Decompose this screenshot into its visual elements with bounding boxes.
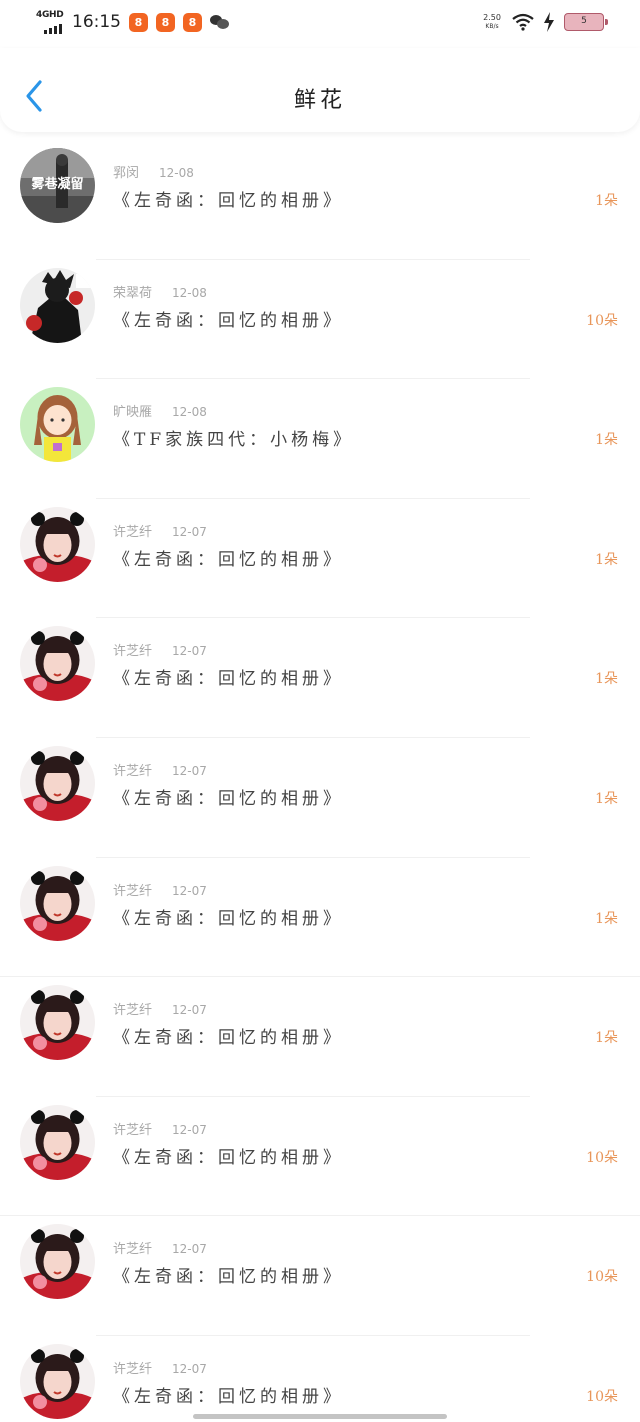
work-title[interactable]: 《左奇函：回忆的相册》 bbox=[113, 664, 344, 689]
list-item[interactable]: 许芝纤 12-07 《左奇函：回忆的相册》 1朵 bbox=[0, 618, 640, 738]
username[interactable]: 郛闵 bbox=[113, 166, 139, 181]
username[interactable]: 许芝纤 bbox=[113, 1003, 152, 1018]
record-meta: 许芝纤 12-07 bbox=[113, 640, 207, 659]
record-meta: 许芝纤 12-07 bbox=[113, 1358, 207, 1377]
avatar[interactable] bbox=[20, 626, 95, 702]
app-notification-icon: 8 bbox=[129, 12, 148, 32]
avatar[interactable] bbox=[20, 865, 95, 941]
list-item[interactable]: 许芝纤 12-07 《左奇函：回忆的相册》 10朵 bbox=[0, 1216, 640, 1336]
avatar[interactable] bbox=[20, 387, 95, 463]
navigation-bar: 鲜花 bbox=[0, 48, 640, 132]
flower-record-list: 雾巷凝留 郛闵 12-08 《左奇函：回忆的相册》 1朵 荣翠荷 12-08 《左奇… bbox=[0, 140, 640, 1422]
record-date: 12-07 bbox=[172, 644, 207, 659]
flower-count: 1朵 bbox=[595, 193, 618, 209]
record-date: 12-08 bbox=[159, 166, 194, 180]
work-title[interactable]: 《左奇函：回忆的相册》 bbox=[113, 306, 344, 331]
wifi-icon bbox=[512, 13, 534, 31]
svg-text:雾巷凝留: 雾巷凝留 bbox=[30, 176, 83, 192]
record-meta: 许芝纤 12-07 bbox=[113, 999, 207, 1018]
work-title[interactable]: 《左奇函：回忆的相册》 bbox=[113, 1143, 344, 1168]
record-date: 12-07 bbox=[172, 1003, 207, 1018]
flower-count: 10朵 bbox=[586, 1388, 618, 1405]
cellular-signal-icon: 4GHD bbox=[36, 10, 64, 34]
work-title[interactable]: 《左奇函：回忆的相册》 bbox=[113, 904, 344, 929]
app-notification-icon: 8 bbox=[156, 12, 175, 32]
flower-count: 1朵 bbox=[595, 551, 618, 568]
list-item[interactable]: 许芝纤 12-07 《左奇函：回忆的相册》 1朵 bbox=[0, 738, 640, 858]
avatar[interactable] bbox=[20, 506, 95, 582]
list-item[interactable]: 许芝纤 12-07 《左奇函：回忆的相册》 10朵 bbox=[0, 1097, 640, 1217]
flower-count: 1朵 bbox=[595, 1030, 618, 1047]
app-notification-icon: 8 bbox=[183, 12, 202, 32]
list-item[interactable]: 雾巷凝留 郛闵 12-08 《左奇函：回忆的相册》 1朵 bbox=[0, 140, 640, 260]
net-speed: 2.50 KB/s bbox=[483, 13, 501, 30]
page-title: 鲜花 bbox=[293, 88, 346, 113]
flower-count: 10朵 bbox=[586, 1269, 618, 1286]
username[interactable]: 许芝纤 bbox=[113, 1242, 152, 1257]
work-title[interactable]: 《左奇函：回忆的相册》 bbox=[113, 545, 344, 570]
flower-count: 10朵 bbox=[586, 1149, 618, 1166]
record-date: 12-08 bbox=[172, 285, 207, 300]
list-item[interactable]: 许芝纤 12-07 《左奇函：回忆的相册》 1朵 bbox=[0, 499, 640, 619]
record-date: 12-08 bbox=[172, 405, 207, 420]
avatar[interactable] bbox=[20, 1343, 95, 1419]
work-title[interactable]: 《左奇函：回忆的相册》 bbox=[113, 784, 344, 809]
flower-count: 1朵 bbox=[595, 790, 618, 807]
work-title[interactable]: 《左奇函：回忆的相册》 bbox=[113, 1382, 344, 1407]
record-meta: 许芝纤 12-07 bbox=[113, 760, 207, 779]
username[interactable]: 许芝纤 bbox=[113, 525, 152, 540]
username[interactable]: 许芝纤 bbox=[113, 1362, 152, 1377]
record-meta: 旷映雁 12-08 bbox=[113, 401, 207, 420]
list-item[interactable]: 许芝纤 12-07 《左奇函：回忆的相册》 10朵 bbox=[0, 1336, 640, 1422]
avatar[interactable] bbox=[20, 745, 95, 821]
status-bar-right: 2.50 KB/s 5 bbox=[481, 12, 608, 32]
work-title[interactable]: 《左奇函：回忆的相册》 bbox=[113, 1023, 344, 1048]
work-title[interactable]: 《左奇函：回忆的相册》 bbox=[113, 186, 344, 211]
status-bar-left: 4GHD 16:15 8 8 8 bbox=[36, 10, 230, 34]
battery-icon: 5 bbox=[564, 13, 608, 31]
record-meta: 郛闵 12-08 bbox=[113, 162, 194, 181]
record-date: 12-07 bbox=[172, 524, 207, 539]
list-item[interactable]: 许芝纤 12-07 《左奇函：回忆的相册》 1朵 bbox=[0, 977, 640, 1097]
wechat-icon bbox=[210, 14, 230, 30]
work-title[interactable]: 《左奇函：回忆的相册》 bbox=[113, 1262, 344, 1287]
work-title[interactable]: 《TF家族四代：小杨梅》 bbox=[113, 425, 354, 450]
username[interactable]: 许芝纤 bbox=[113, 644, 152, 659]
record-date: 12-07 bbox=[172, 1242, 207, 1257]
record-meta: 许芝纤 12-07 bbox=[113, 1119, 207, 1138]
charging-icon bbox=[544, 12, 554, 32]
username[interactable]: 许芝纤 bbox=[113, 764, 152, 779]
network-type: 4GHD bbox=[36, 10, 64, 20]
record-date: 12-07 bbox=[172, 763, 207, 778]
username[interactable]: 许芝纤 bbox=[113, 1123, 152, 1138]
record-meta: 许芝纤 12-07 bbox=[113, 1238, 207, 1257]
record-meta: 许芝纤 12-07 bbox=[113, 521, 207, 540]
list-item[interactable]: 旷映雁 12-08 《TF家族四代：小杨梅》 1朵 bbox=[0, 379, 640, 499]
flower-count: 1朵 bbox=[595, 432, 618, 449]
record-date: 12-07 bbox=[172, 1122, 207, 1137]
username[interactable]: 许芝纤 bbox=[113, 884, 152, 899]
clock: 16:15 bbox=[72, 12, 121, 32]
record-date: 12-07 bbox=[172, 1361, 207, 1376]
avatar[interactable] bbox=[20, 267, 95, 343]
flower-count: 1朵 bbox=[595, 910, 618, 927]
list-item[interactable]: 荣翠荷 12-08 《左奇函：回忆的相册》 10朵 bbox=[0, 260, 640, 380]
avatar[interactable]: 雾巷凝留 bbox=[20, 148, 95, 223]
list-item[interactable]: 许芝纤 12-07 《左奇函：回忆的相册》 1朵 bbox=[0, 858, 640, 978]
avatar[interactable] bbox=[20, 985, 95, 1061]
flower-count: 1朵 bbox=[595, 671, 618, 688]
avatar[interactable] bbox=[20, 1224, 95, 1300]
home-indicator[interactable] bbox=[193, 1414, 447, 1419]
avatar[interactable] bbox=[20, 1104, 95, 1180]
flower-count: 10朵 bbox=[586, 312, 618, 329]
username[interactable]: 荣翠荷 bbox=[113, 286, 152, 301]
record-date: 12-07 bbox=[172, 883, 207, 898]
record-meta: 荣翠荷 12-08 bbox=[113, 282, 207, 301]
status-bar: 4GHD 16:15 8 8 8 2.50 KB/s 5 bbox=[0, 0, 640, 48]
username[interactable]: 旷映雁 bbox=[113, 405, 152, 420]
record-meta: 许芝纤 12-07 bbox=[113, 880, 207, 899]
